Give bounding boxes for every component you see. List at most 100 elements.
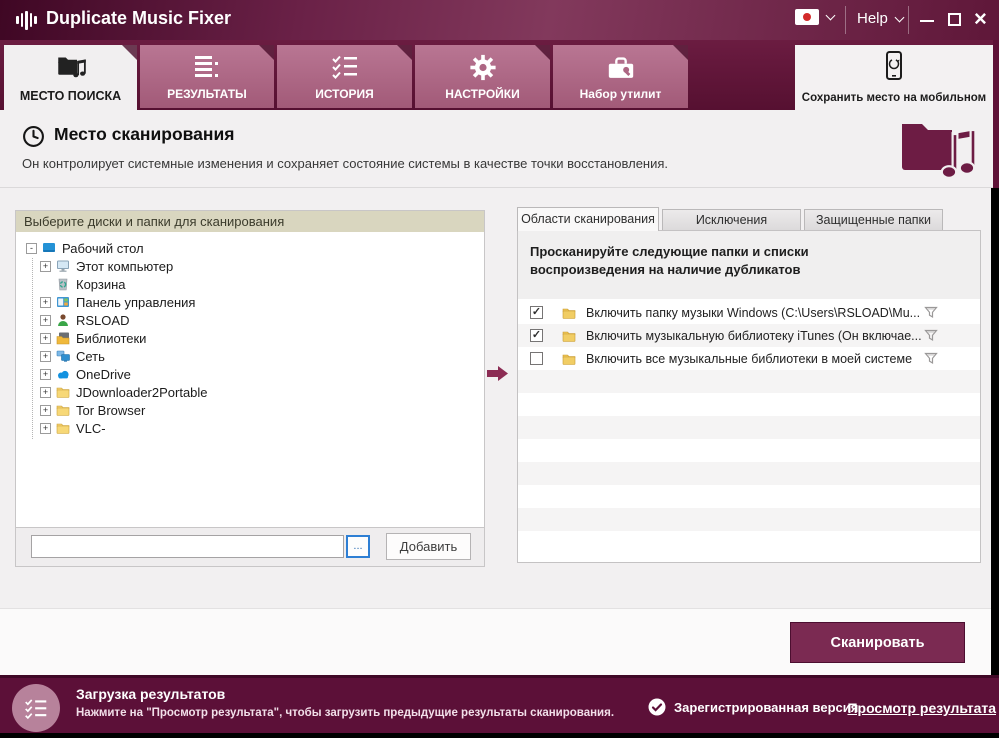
folder-icon: [56, 403, 70, 417]
filter-icon[interactable]: [924, 306, 938, 319]
page-header: Место сканирования Он контролирует систе…: [0, 110, 993, 188]
maximize-button[interactable]: [948, 13, 961, 26]
tab-label: ИСТОРИЯ: [277, 87, 412, 101]
minimize-button[interactable]: [920, 20, 934, 22]
add-button[interactable]: Добавить: [386, 533, 471, 560]
help-label: Help: [857, 10, 888, 27]
app-logo-waveform-icon: [16, 10, 37, 30]
action-bar: Сканировать: [0, 608, 991, 675]
tab-exclusions[interactable]: Исключения: [662, 209, 801, 231]
tree-expander[interactable]: +: [40, 315, 51, 326]
tree-item-libraries[interactable]: + Библиотеки: [16, 329, 484, 347]
main-tab-bar: МЕСТО ПОИСКА РЕЗУЛЬТАТЫ ИСТОРИЯ: [0, 40, 999, 110]
arrow-right-icon: [487, 365, 509, 387]
tree-item-label: OneDrive: [76, 367, 131, 382]
tree-item-label: VLC-: [76, 421, 106, 436]
tree-expander[interactable]: +: [40, 297, 51, 308]
folder-icon: [561, 306, 577, 320]
gear-icon: [415, 54, 550, 81]
tree-item-label: RSLOAD: [76, 313, 129, 328]
tree-expander[interactable]: +: [40, 423, 51, 434]
window-edge-strip: [993, 40, 999, 188]
tree-item-network[interactable]: + Сеть: [16, 347, 484, 365]
scan-instruction-line1: Просканируйте следующие папки и списки: [530, 243, 980, 261]
tab-results[interactable]: РЕЗУЛЬТАТЫ: [140, 45, 274, 108]
app-title: Duplicate Music Fixer: [46, 8, 231, 29]
music-folder-illustration-icon: [896, 116, 978, 187]
tree-item-folder[interactable]: + Tor Browser: [16, 401, 484, 419]
tab-settings[interactable]: НАСТРОЙКИ: [415, 45, 550, 108]
folder-tree[interactable]: - Рабочий стол + Этот компьютер: [16, 232, 484, 528]
control-panel-icon: [56, 295, 70, 309]
tree-expander[interactable]: -: [26, 243, 37, 254]
network-icon: [56, 349, 70, 363]
music-folder-icon: [4, 54, 137, 79]
history-checklist-icon: [277, 54, 412, 79]
registered-version-label: Зарегистрированная версия: [674, 700, 858, 715]
folder-icon: [561, 352, 577, 366]
tree-expander[interactable]: +: [40, 261, 51, 272]
footer-title: Загрузка результатов: [76, 686, 225, 702]
tree-item-onedrive[interactable]: + OneDrive: [16, 365, 484, 383]
empty-row: [518, 485, 980, 508]
tree-expander[interactable]: +: [40, 369, 51, 380]
tab-search-location[interactable]: МЕСТО ПОИСКА: [4, 45, 137, 110]
filter-icon[interactable]: [924, 352, 938, 365]
scan-instruction-line2: воспроизведения на наличие дубликатов: [530, 261, 980, 279]
tree-expander[interactable]: +: [40, 351, 51, 362]
tree-item-label: JDownloader2Portable: [76, 385, 208, 400]
scan-item-label: Включить все музыкальные библиотеки в мо…: [586, 352, 912, 366]
help-menu[interactable]: Help: [857, 10, 903, 27]
checkbox[interactable]: [530, 352, 543, 365]
language-selector[interactable]: [795, 9, 834, 25]
tree-item-this-pc[interactable]: + Этот компьютер: [16, 257, 484, 275]
tree-item-desktop[interactable]: - Рабочий стол: [16, 239, 484, 257]
path-input[interactable]: [31, 535, 344, 558]
empty-row: [518, 370, 980, 393]
computer-icon: [56, 259, 70, 273]
tab-history[interactable]: ИСТОРИЯ: [277, 45, 412, 108]
scan-item-label: Включить музыкальную библиотеку iTunes (…: [586, 329, 922, 343]
tree-item-folder[interactable]: + JDownloader2Portable: [16, 383, 484, 401]
scan-areas-box: Просканируйте следующие папки и списки в…: [517, 230, 981, 563]
title-bar: Duplicate Music Fixer Help ×: [0, 0, 999, 40]
titlebar-divider: [845, 6, 846, 34]
check-circle-icon: [648, 698, 666, 716]
empty-row: [518, 508, 980, 531]
titlebar-divider: [908, 6, 909, 34]
tab-scan-areas[interactable]: Области сканирования: [517, 207, 659, 231]
phone-sync-icon: [795, 50, 993, 82]
scan-item-row[interactable]: Включить все музыкальные библиотеки в мо…: [518, 347, 980, 370]
tree-item-recycle-bin[interactable]: Корзина: [16, 275, 484, 293]
tree-item-label: Рабочий стол: [62, 241, 144, 256]
close-button[interactable]: ×: [974, 6, 987, 32]
filter-icon[interactable]: [924, 329, 938, 342]
empty-row: [518, 393, 980, 416]
scan-button[interactable]: Сканировать: [790, 622, 965, 663]
libraries-icon: [56, 331, 70, 345]
browse-button[interactable]: ...: [346, 535, 370, 558]
checkbox[interactable]: ✓: [530, 306, 543, 319]
tree-expander[interactable]: +: [40, 333, 51, 344]
tree-item-control-panel[interactable]: + Панель управления: [16, 293, 484, 311]
tab-protected-folders[interactable]: Защищенные папки: [804, 209, 943, 231]
tree-expander[interactable]: +: [40, 405, 51, 416]
scan-item-row[interactable]: ✓ Включить папку музыки Windows (C:\User…: [518, 301, 980, 324]
save-to-mobile-button[interactable]: Сохранить место на мобильном: [795, 45, 993, 110]
main-content: Выберите диски и папки для сканирования …: [0, 188, 991, 608]
tree-item-label: Tor Browser: [76, 403, 145, 418]
tab-toolkit[interactable]: Набор утилит: [553, 45, 688, 108]
view-results-link[interactable]: Просмотр результата: [847, 700, 996, 716]
user-icon: [56, 313, 70, 327]
tree-panel-header: Выберите диски и папки для сканирования: [16, 211, 484, 232]
results-badge: [12, 684, 60, 732]
tree-item-folder[interactable]: + VLC-: [16, 419, 484, 437]
tree-item-user[interactable]: + RSLOAD: [16, 311, 484, 329]
empty-row: [518, 416, 980, 439]
registered-version-badge: Зарегистрированная версия: [648, 698, 858, 716]
checkbox[interactable]: ✓: [530, 329, 543, 342]
chevron-down-icon: [826, 11, 836, 21]
tree-expander[interactable]: +: [40, 387, 51, 398]
scan-item-row[interactable]: ✓ Включить музыкальную библиотеку iTunes…: [518, 324, 980, 347]
empty-row: [518, 439, 980, 462]
